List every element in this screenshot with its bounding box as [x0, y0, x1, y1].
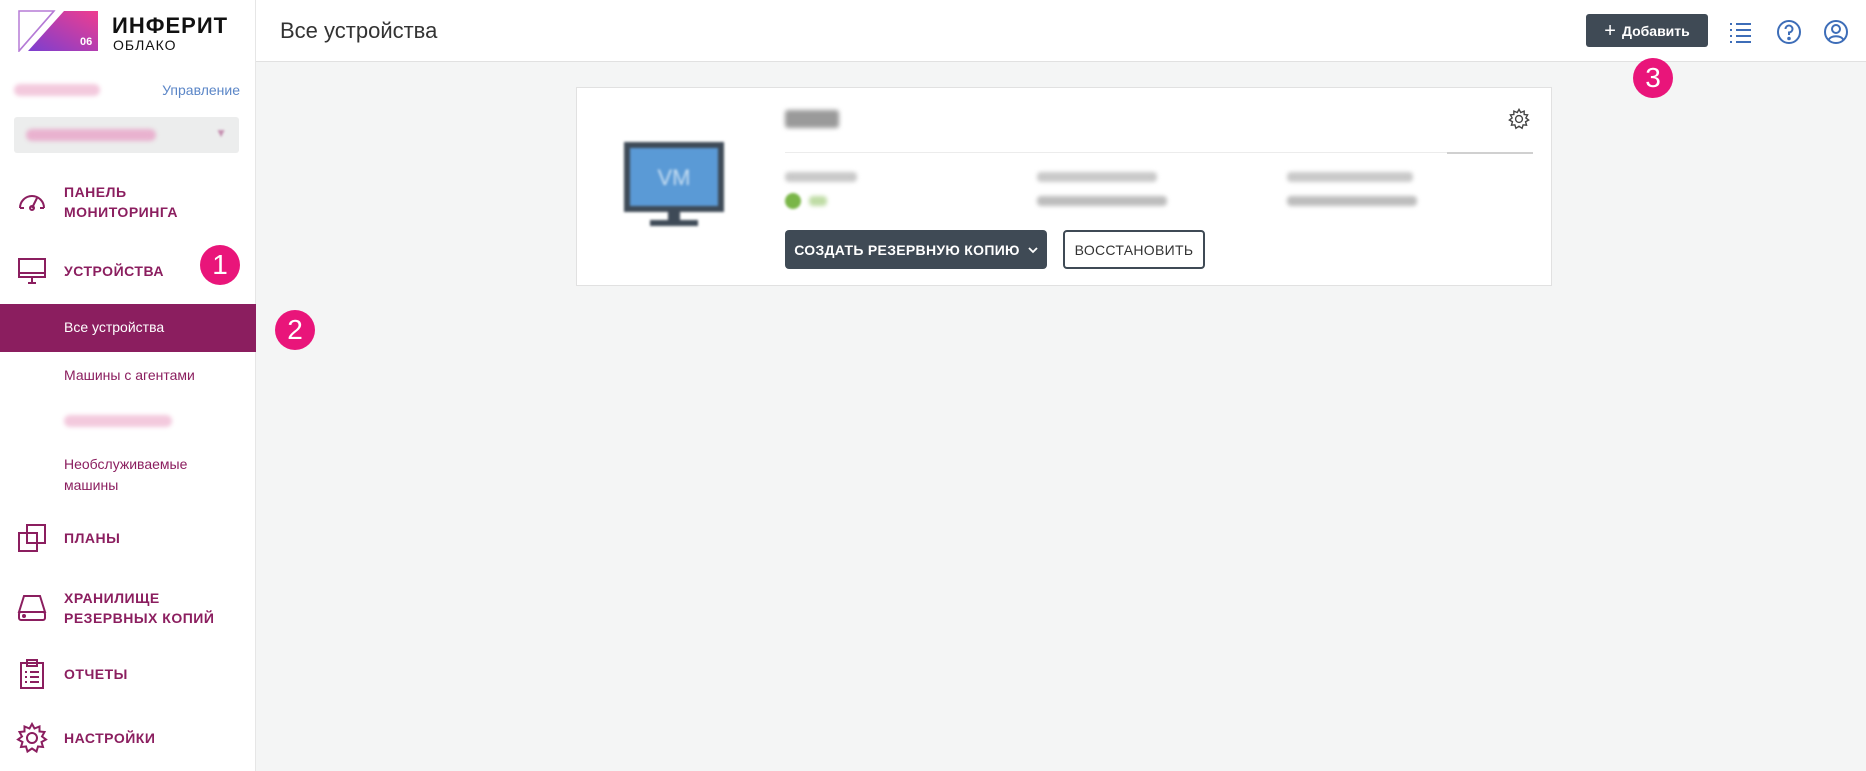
nav-storage-label: ХРАНИЛИЩЕ РЕЗЕРВНЫХ КОПИЙ — [64, 590, 215, 626]
next-backup-value-redacted — [1287, 196, 1417, 206]
gear-icon — [16, 721, 48, 754]
plans-icon — [16, 522, 48, 554]
last-backup-label-redacted — [1037, 172, 1157, 182]
account-row: Управление — [14, 82, 240, 102]
help-icon[interactable] — [1776, 19, 1802, 45]
tenant-name-redacted — [26, 129, 156, 141]
create-backup-button[interactable]: СОЗДАТЬ РЕЗЕРВНУЮ КОПИЮ — [785, 230, 1047, 269]
account-name-redacted — [14, 84, 100, 96]
subnav-all-devices-label: Все устройства — [64, 319, 165, 335]
nav-settings[interactable]: НАСТРОЙКИ — [0, 721, 256, 754]
add-button[interactable]: + Добавить — [1586, 14, 1708, 47]
logo[interactable]: 06 ИНФЕРИТ ОБЛАКО — [18, 10, 244, 54]
storage-icon — [16, 592, 48, 624]
manage-link[interactable]: Управление — [162, 82, 240, 98]
nav-reports[interactable]: ОТЧЕТЫ — [0, 658, 256, 690]
virtual-machine-icon: VM — [624, 142, 724, 226]
card-divider — [785, 152, 1533, 153]
nav-devices-label: УСТРОЙСТВА — [64, 263, 164, 279]
subnav-agent-machines[interactable]: Машины с агентами — [0, 352, 256, 400]
callout-marker-3: 3 — [1633, 58, 1673, 98]
nav-settings-label: НАСТРОЙКИ — [64, 730, 156, 746]
subnav-unmanaged-machines-label: Необслуживаемые машины — [64, 456, 188, 493]
nav-plans-label: ПЛАНЫ — [64, 530, 121, 546]
brand-subtitle: ОБЛАКО — [113, 37, 177, 53]
nav-reports-label: ОТЧЕТЫ — [64, 666, 128, 682]
last-backup-value-redacted — [1037, 196, 1167, 206]
add-button-label: Добавить — [1621, 22, 1690, 39]
status-ok-icon — [785, 193, 801, 209]
subnav-unmanaged-machines[interactable]: Необслуживаемые машины — [0, 446, 256, 502]
chevron-down-icon: ▼ — [215, 126, 227, 140]
list-icon[interactable] — [1727, 19, 1753, 45]
clipboard-icon — [16, 658, 48, 690]
brand-name: ИНФЕРИТ — [112, 13, 229, 38]
plus-icon: + — [1604, 19, 1616, 42]
vm-label: VM — [658, 165, 691, 190]
monitor-icon — [16, 255, 48, 287]
user-account-icon[interactable] — [1823, 19, 1849, 45]
nav-plans[interactable]: ПЛАНЫ — [0, 522, 256, 554]
device-card: VM СОЗДАТЬ РЕЗЕРВНУЮ КОПИЮ ВОССТАНОВИТЬ — [576, 87, 1552, 286]
create-backup-button-label: СОЗДАТЬ РЕЗЕРВНУЮ КОПИЮ — [794, 241, 1020, 258]
gauge-icon — [16, 186, 48, 218]
nav-storage[interactable]: ХРАНИЛИЩЕ РЕЗЕРВНЫХ КОПИЙ — [0, 586, 256, 630]
subnav-redacted-label — [64, 415, 172, 427]
nav-monitoring-label: ПАНЕЛЬ МОНИТОРИНГА — [64, 184, 178, 220]
restore-button[interactable]: ВОССТАНОВИТЬ — [1063, 230, 1205, 269]
subnav-all-devices[interactable]: Все устройства — [0, 304, 256, 352]
callout-marker-2: 2 — [275, 310, 315, 350]
chevron-down-icon — [1028, 246, 1038, 253]
status-label-redacted — [785, 172, 857, 182]
sidebar: 06 ИНФЕРИТ ОБЛАКО Управление ▼ ПАНЕЛЬ МО… — [0, 0, 256, 771]
top-header: Все устройства + Добавить — [256, 0, 1866, 62]
nav-monitoring[interactable]: ПАНЕЛЬ МОНИТОРИНГА — [0, 180, 256, 224]
status-value-redacted — [809, 196, 827, 206]
card-divider-accent — [1447, 152, 1533, 154]
logo-badge: 06 — [80, 36, 93, 48]
callout-marker-1: 1 — [200, 245, 240, 285]
subnav-tenant-redacted[interactable] — [0, 400, 256, 444]
next-backup-label-redacted — [1287, 172, 1413, 182]
device-settings-gear-icon[interactable] — [1508, 108, 1530, 130]
page-title: Все устройства — [280, 18, 438, 43]
tenant-select[interactable]: ▼ — [14, 117, 239, 153]
subnav-agent-machines-label: Машины с агентами — [64, 367, 195, 383]
device-name-redacted — [785, 110, 839, 128]
